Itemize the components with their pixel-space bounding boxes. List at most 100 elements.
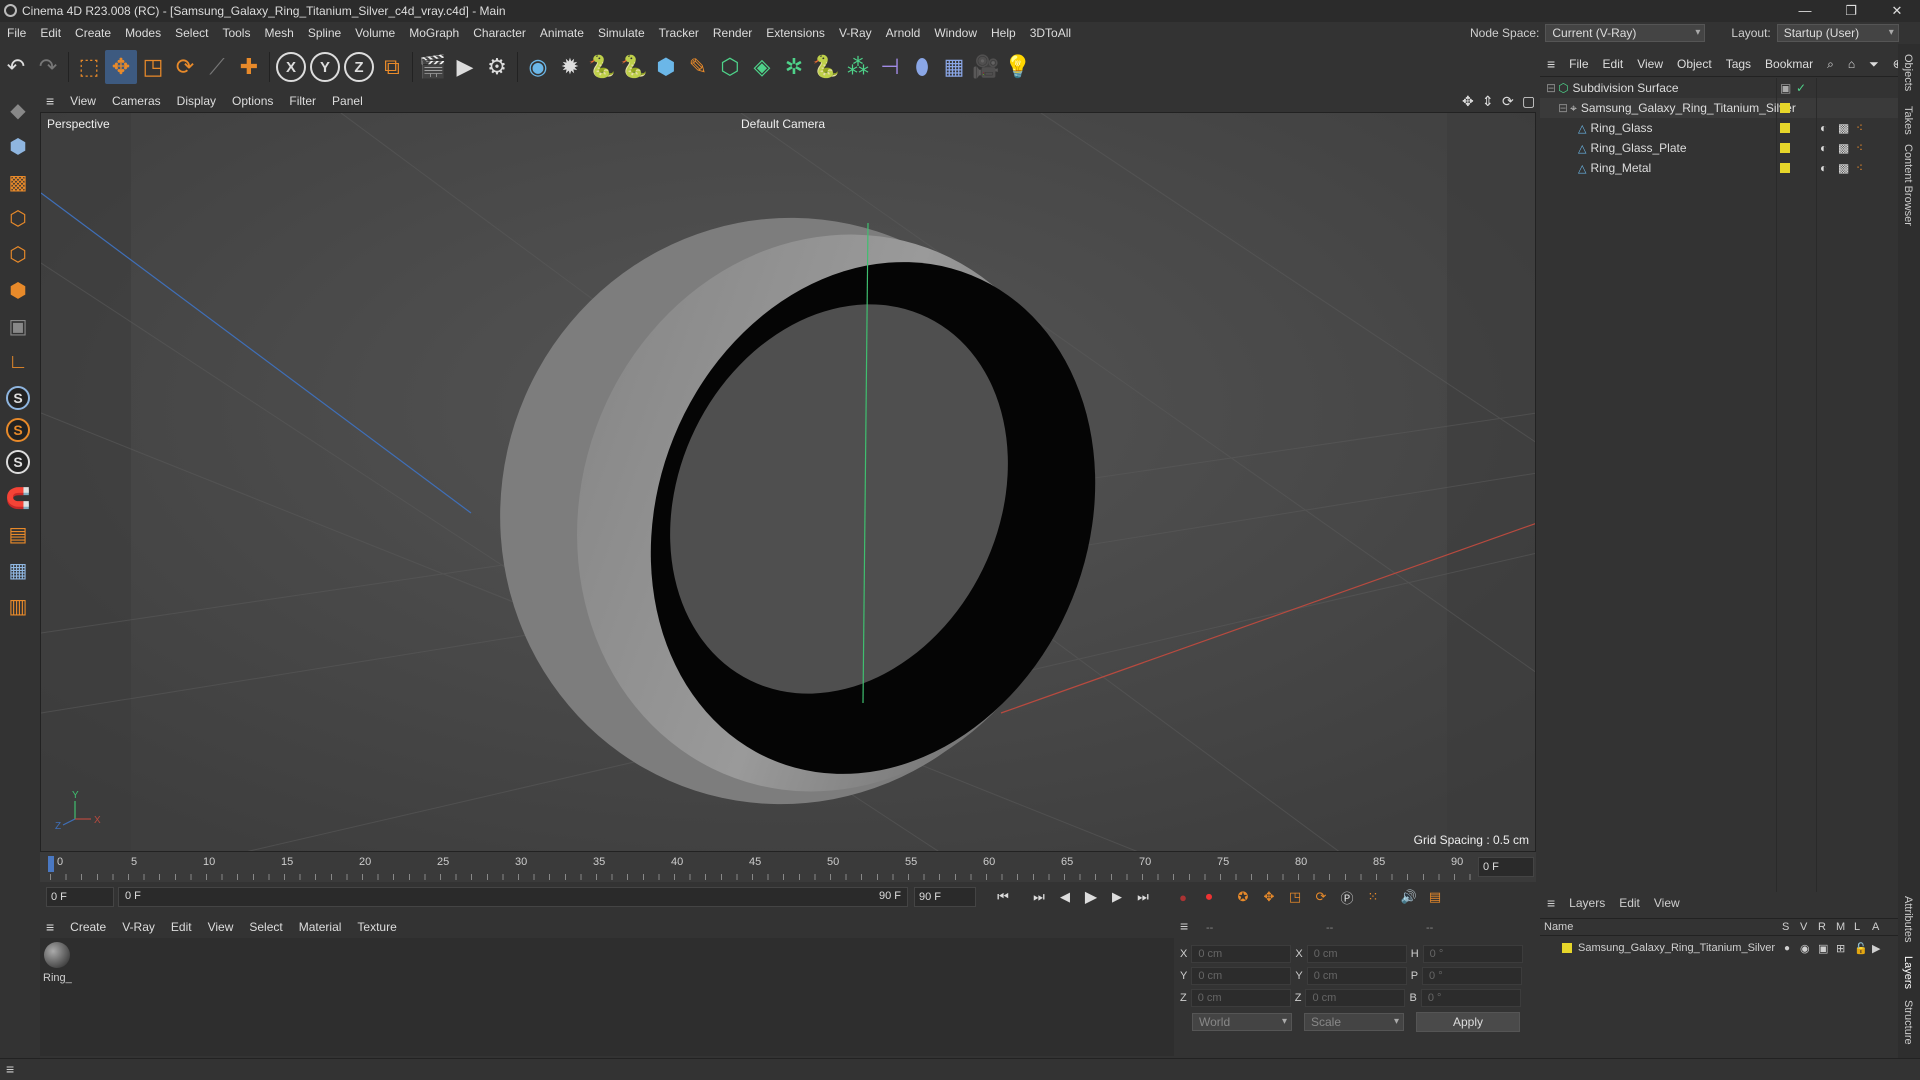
material-menu-view[interactable]: View [200,920,242,934]
menu-render[interactable]: Render [706,26,759,40]
material-menu-material[interactable]: Material [291,920,350,934]
coordinate-space-select[interactable]: World [1192,1013,1292,1031]
go-to-end-icon[interactable]: ⏭ [1130,885,1156,909]
material-tag-icon[interactable]: ◐ [1820,161,1827,175]
coords-hamburger-icon[interactable]: ≡ [1180,918,1188,934]
menu-arnold[interactable]: Arnold [879,26,928,40]
vray-settings-icon[interactable]: ✹ [554,50,586,84]
material-manager-area[interactable]: Ring_ [40,938,1174,1056]
material-swatch[interactable] [44,942,70,968]
floor-environment-icon[interactable]: ▦ [938,50,970,84]
checkbox-icon[interactable]: ▣ [1780,81,1791,95]
play-icon[interactable]: ▶ [1078,885,1104,909]
workplane-icon[interactable]: ▤ [2,518,34,550]
polygons-mode-icon[interactable]: ⬢ [2,274,34,306]
z-axis-lock-icon[interactable]: Z [344,52,374,82]
object-row-ring-null[interactable]: ⊟ ⌖ Samsung_Galaxy_Ring_Titanium_Silver [1540,98,1898,118]
texture-mode-icon[interactable]: ▩ [2,166,34,198]
layers-menu-layers[interactable]: Layers [1562,896,1612,910]
layer-row[interactable]: Samsung_Galaxy_Ring_Titanium_Silver ● ◉ … [1540,938,1898,958]
timeline-editor-icon[interactable]: ▤ [1422,885,1448,909]
rotation-b-field[interactable]: 0 ° [1420,989,1521,1007]
texture-tag-icon[interactable]: ▩ [1838,161,1849,175]
camera-icon[interactable]: 🎥 [970,50,1002,84]
render-view-icon[interactable]: 🎬 [417,50,449,84]
material-menu-texture[interactable]: Texture [349,920,404,934]
menu-mesh[interactable]: Mesh [257,26,300,40]
menu-window[interactable]: Window [927,26,984,40]
size-y-field[interactable]: 0 cm [1306,967,1407,985]
menu-character[interactable]: Character [466,26,533,40]
viewport-menu-options[interactable]: Options [224,94,281,108]
pen-spline-icon[interactable]: ✎ [682,50,714,84]
viewport-hamburger-icon[interactable]: ≡ [38,93,62,109]
snap-s-white-icon[interactable]: S [6,450,30,474]
cube-primitive-icon[interactable]: ⬢ [650,50,682,84]
close-button[interactable]: ✕ [1874,0,1920,22]
field-icon[interactable]: ⬮ [906,50,938,84]
viewport-maximize-icon[interactable]: ▢ [1514,93,1543,110]
menu-edit[interactable]: Edit [33,26,68,40]
live-selection-icon[interactable]: ⬚ [73,50,105,84]
extrude-generator-icon[interactable]: ◈ [746,50,778,84]
timeline-ruler[interactable]: 0 5 10 15 20 25 30 35 40 45 50 55 60 65 … [40,852,1536,882]
next-frame-icon[interactable]: ▶ [1104,885,1130,909]
menu-simulate[interactable]: Simulate [591,26,652,40]
uv-mode-icon[interactable]: ▣ [2,310,34,342]
selection-tag-icon[interactable]: ⁖ [1856,141,1863,155]
object-row-ring-glass-plate[interactable]: △ Ring_Glass_Plate ◐ ▩ ⁖ [1540,138,1898,158]
object-row-ring-glass[interactable]: △ Ring_Glass ◐ ▩ ⁖ [1540,118,1898,138]
objects-menu-view[interactable]: View [1630,57,1670,71]
objects-menu-tags[interactable]: Tags [1719,57,1758,71]
points-mode-icon[interactable]: ⬡ [2,202,34,234]
menu-vray[interactable]: V-Ray [832,26,879,40]
tab-takes[interactable]: Takes [1902,106,1914,135]
menu-extensions[interactable]: Extensions [759,26,832,40]
restore-button[interactable]: ❐ [1828,0,1874,22]
animation-icon[interactable]: ▶ [1872,942,1880,955]
menu-animate[interactable]: Animate [533,26,591,40]
keyframe-selection-icon[interactable]: ✪ [1230,885,1256,909]
size-z-field[interactable]: 0 cm [1305,989,1406,1007]
solo-icon[interactable]: ● [1784,943,1790,954]
render-picture-viewer-icon[interactable]: ▶ [449,50,481,84]
position-x-field[interactable]: 0 cm [1191,945,1292,963]
material-menu-vray[interactable]: V-Ray [114,920,163,934]
menu-3dtoall[interactable]: 3DToAll [1023,26,1078,40]
lock-icon[interactable]: 🔓 [1854,942,1868,955]
size-x-field[interactable]: 0 cm [1306,945,1407,963]
material-tag-icon[interactable]: ◐ [1820,141,1827,155]
viewport-menu-cameras[interactable]: Cameras [104,94,169,108]
layers-hamburger-icon[interactable]: ≡ [1540,895,1562,911]
playhead-marker[interactable] [48,856,54,872]
filter-icon[interactable]: ⏷ [1862,57,1886,72]
move-tool-icon[interactable]: ✥ [105,50,137,84]
menu-tools[interactable]: Tools [215,26,257,40]
menu-spline[interactable]: Spline [301,26,348,40]
light-icon[interactable]: 💡 [1002,50,1034,84]
axis-mode-icon[interactable]: ∟ [2,346,34,378]
search-icon[interactable]: ⌕ [1820,57,1841,72]
texture-tag-icon[interactable]: ▩ [1838,141,1849,155]
menu-help[interactable]: Help [984,26,1023,40]
status-hamburger-icon[interactable]: ≡ [6,1061,14,1077]
object-row-subdivision[interactable]: ⊟ ⬡ Subdivision Surface ▣ ✓ [1540,78,1898,98]
material-menu-select[interactable]: Select [241,920,290,934]
redo-icon[interactable]: ↷ [32,50,64,84]
python-generator-icon[interactable]: 🐍 [810,50,842,84]
locked-workplane-icon[interactable]: ▥ [2,590,34,622]
node-space-select[interactable]: Current (V-Ray) [1545,24,1706,42]
recent-tool-icon[interactable]: ⟋ [201,50,233,84]
subdivision-generator-icon[interactable]: ⬡ [714,50,746,84]
menu-select[interactable]: Select [168,26,215,40]
coordinate-system-icon[interactable]: ⧉ [376,50,408,84]
end-frame-field[interactable]: 90 F [914,887,976,907]
menu-mograph[interactable]: MoGraph [402,26,466,40]
deformer-icon[interactable]: ⊣ [874,50,906,84]
key-position-icon[interactable]: ✥ [1256,885,1282,909]
undo-icon[interactable]: ↶ [0,50,32,84]
manager-icon[interactable]: ⊞ [1836,942,1845,955]
menu-modes[interactable]: Modes [118,26,168,40]
visibility-eye-icon[interactable]: ◉ [1800,942,1810,955]
viewport-menu-panel[interactable]: Panel [324,94,371,108]
